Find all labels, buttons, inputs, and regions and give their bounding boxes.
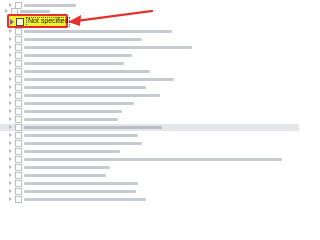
- expand-arrow-icon[interactable]: [9, 197, 12, 201]
- tree-row-label: [24, 174, 106, 177]
- checkbox[interactable]: [15, 76, 22, 83]
- expand-arrow-icon[interactable]: [9, 29, 12, 33]
- tree-row[interactable]: [0, 172, 299, 179]
- tree-row-label: [24, 118, 118, 121]
- checkbox[interactable]: [15, 148, 22, 155]
- checkbox[interactable]: [15, 100, 22, 107]
- expand-arrow-icon[interactable]: [9, 109, 12, 113]
- tree-row[interactable]: [0, 164, 299, 171]
- checkbox[interactable]: [15, 124, 22, 131]
- checkbox[interactable]: [15, 84, 22, 91]
- tree-row-label: [24, 166, 110, 169]
- expand-arrow-icon[interactable]: [9, 101, 12, 105]
- tree-row-label: [24, 142, 142, 145]
- tree-row-label: [24, 86, 146, 89]
- checkbox[interactable]: [15, 172, 22, 179]
- expand-arrow-icon[interactable]: [9, 93, 12, 97]
- expand-arrow-icon[interactable]: [5, 9, 8, 13]
- tree-row[interactable]: [0, 44, 299, 51]
- tree-row-label: [24, 126, 162, 129]
- tree-row[interactable]: [0, 156, 299, 163]
- tree-row[interactable]: [0, 28, 299, 35]
- tree-row[interactable]: [0, 108, 299, 115]
- tree-row-selected[interactable]: [0, 124, 299, 131]
- expand-arrow-icon[interactable]: [9, 117, 12, 121]
- tree-row-label: [24, 62, 124, 65]
- tree-row-label: [24, 54, 132, 57]
- tree-row[interactable]: [0, 148, 299, 155]
- checkbox[interactable]: [15, 196, 22, 203]
- tree-row[interactable]: [0, 196, 299, 203]
- tree-row-label: [24, 190, 136, 193]
- expand-arrow-icon[interactable]: [9, 53, 12, 57]
- checkbox[interactable]: [15, 44, 22, 51]
- checkbox[interactable]: [15, 92, 22, 99]
- checkbox[interactable]: [15, 52, 22, 59]
- expand-arrow-icon[interactable]: [10, 19, 14, 25]
- tree-row-label: [24, 4, 76, 7]
- tree-view: Not specified: [0, 0, 299, 209]
- expand-arrow-icon[interactable]: [9, 181, 12, 185]
- tree-row[interactable]: [0, 100, 299, 107]
- not-specified-checkbox[interactable]: [16, 18, 24, 26]
- tree-row-label: [24, 198, 146, 201]
- tree-row[interactable]: [0, 36, 299, 43]
- expand-arrow-icon[interactable]: [9, 77, 12, 81]
- tree-row-label: [24, 30, 172, 33]
- tree-item-label: Not specified: [26, 17, 71, 27]
- tree-row[interactable]: [0, 60, 299, 67]
- tree-row-label: [20, 10, 50, 13]
- expand-arrow-icon[interactable]: [9, 165, 12, 169]
- expand-arrow-icon[interactable]: [9, 85, 12, 89]
- expand-arrow-icon[interactable]: [9, 61, 12, 65]
- tree-row-label: [24, 134, 138, 137]
- checkbox[interactable]: [15, 188, 22, 195]
- expand-arrow-icon[interactable]: [9, 189, 12, 193]
- expand-arrow-icon[interactable]: [9, 149, 12, 153]
- expand-arrow-icon[interactable]: [9, 3, 12, 7]
- expand-arrow-icon[interactable]: [9, 37, 12, 41]
- tree-row-label: [24, 38, 142, 41]
- checkbox[interactable]: [15, 36, 22, 43]
- tree-row[interactable]: [0, 68, 299, 75]
- tree-row[interactable]: [0, 140, 299, 147]
- tree-row[interactable]: [0, 52, 299, 59]
- tree-row-label: [24, 150, 120, 153]
- checkbox[interactable]: [15, 116, 22, 123]
- tree-row-label: [24, 110, 122, 113]
- checkbox[interactable]: [15, 140, 22, 147]
- checkbox[interactable]: [15, 180, 22, 187]
- tree-row[interactable]: [0, 76, 299, 83]
- expand-arrow-icon[interactable]: [9, 45, 12, 49]
- tree-row-label: [24, 46, 192, 49]
- tree-row-label: [24, 94, 160, 97]
- expand-arrow-icon[interactable]: [9, 125, 12, 129]
- checkbox[interactable]: [15, 28, 22, 35]
- checkbox[interactable]: [15, 156, 22, 163]
- checkbox[interactable]: [15, 164, 22, 171]
- checkbox[interactable]: [15, 108, 22, 115]
- tree-row[interactable]: [0, 84, 299, 91]
- tree-row[interactable]: [0, 180, 299, 187]
- tree-row-label: [24, 158, 282, 161]
- checkbox[interactable]: [15, 132, 22, 139]
- expand-arrow-icon[interactable]: [9, 133, 12, 137]
- tree-row-label: [24, 78, 174, 81]
- expand-arrow-icon[interactable]: [9, 69, 12, 73]
- tree-row-label: [24, 182, 138, 185]
- tree-row[interactable]: [0, 92, 299, 99]
- tree-row[interactable]: [0, 132, 299, 139]
- tree-row[interactable]: [0, 188, 299, 195]
- expand-arrow-icon[interactable]: [9, 157, 12, 161]
- expand-arrow-icon[interactable]: [9, 173, 12, 177]
- expand-arrow-icon[interactable]: [9, 141, 12, 145]
- tree-row[interactable]: [0, 116, 299, 123]
- tree-row-label: [24, 70, 150, 73]
- tree-item-not-specified[interactable]: Not specified: [7, 14, 71, 28]
- checkbox[interactable]: [15, 60, 22, 67]
- tree-row-label: [24, 102, 134, 105]
- checkbox[interactable]: [15, 68, 22, 75]
